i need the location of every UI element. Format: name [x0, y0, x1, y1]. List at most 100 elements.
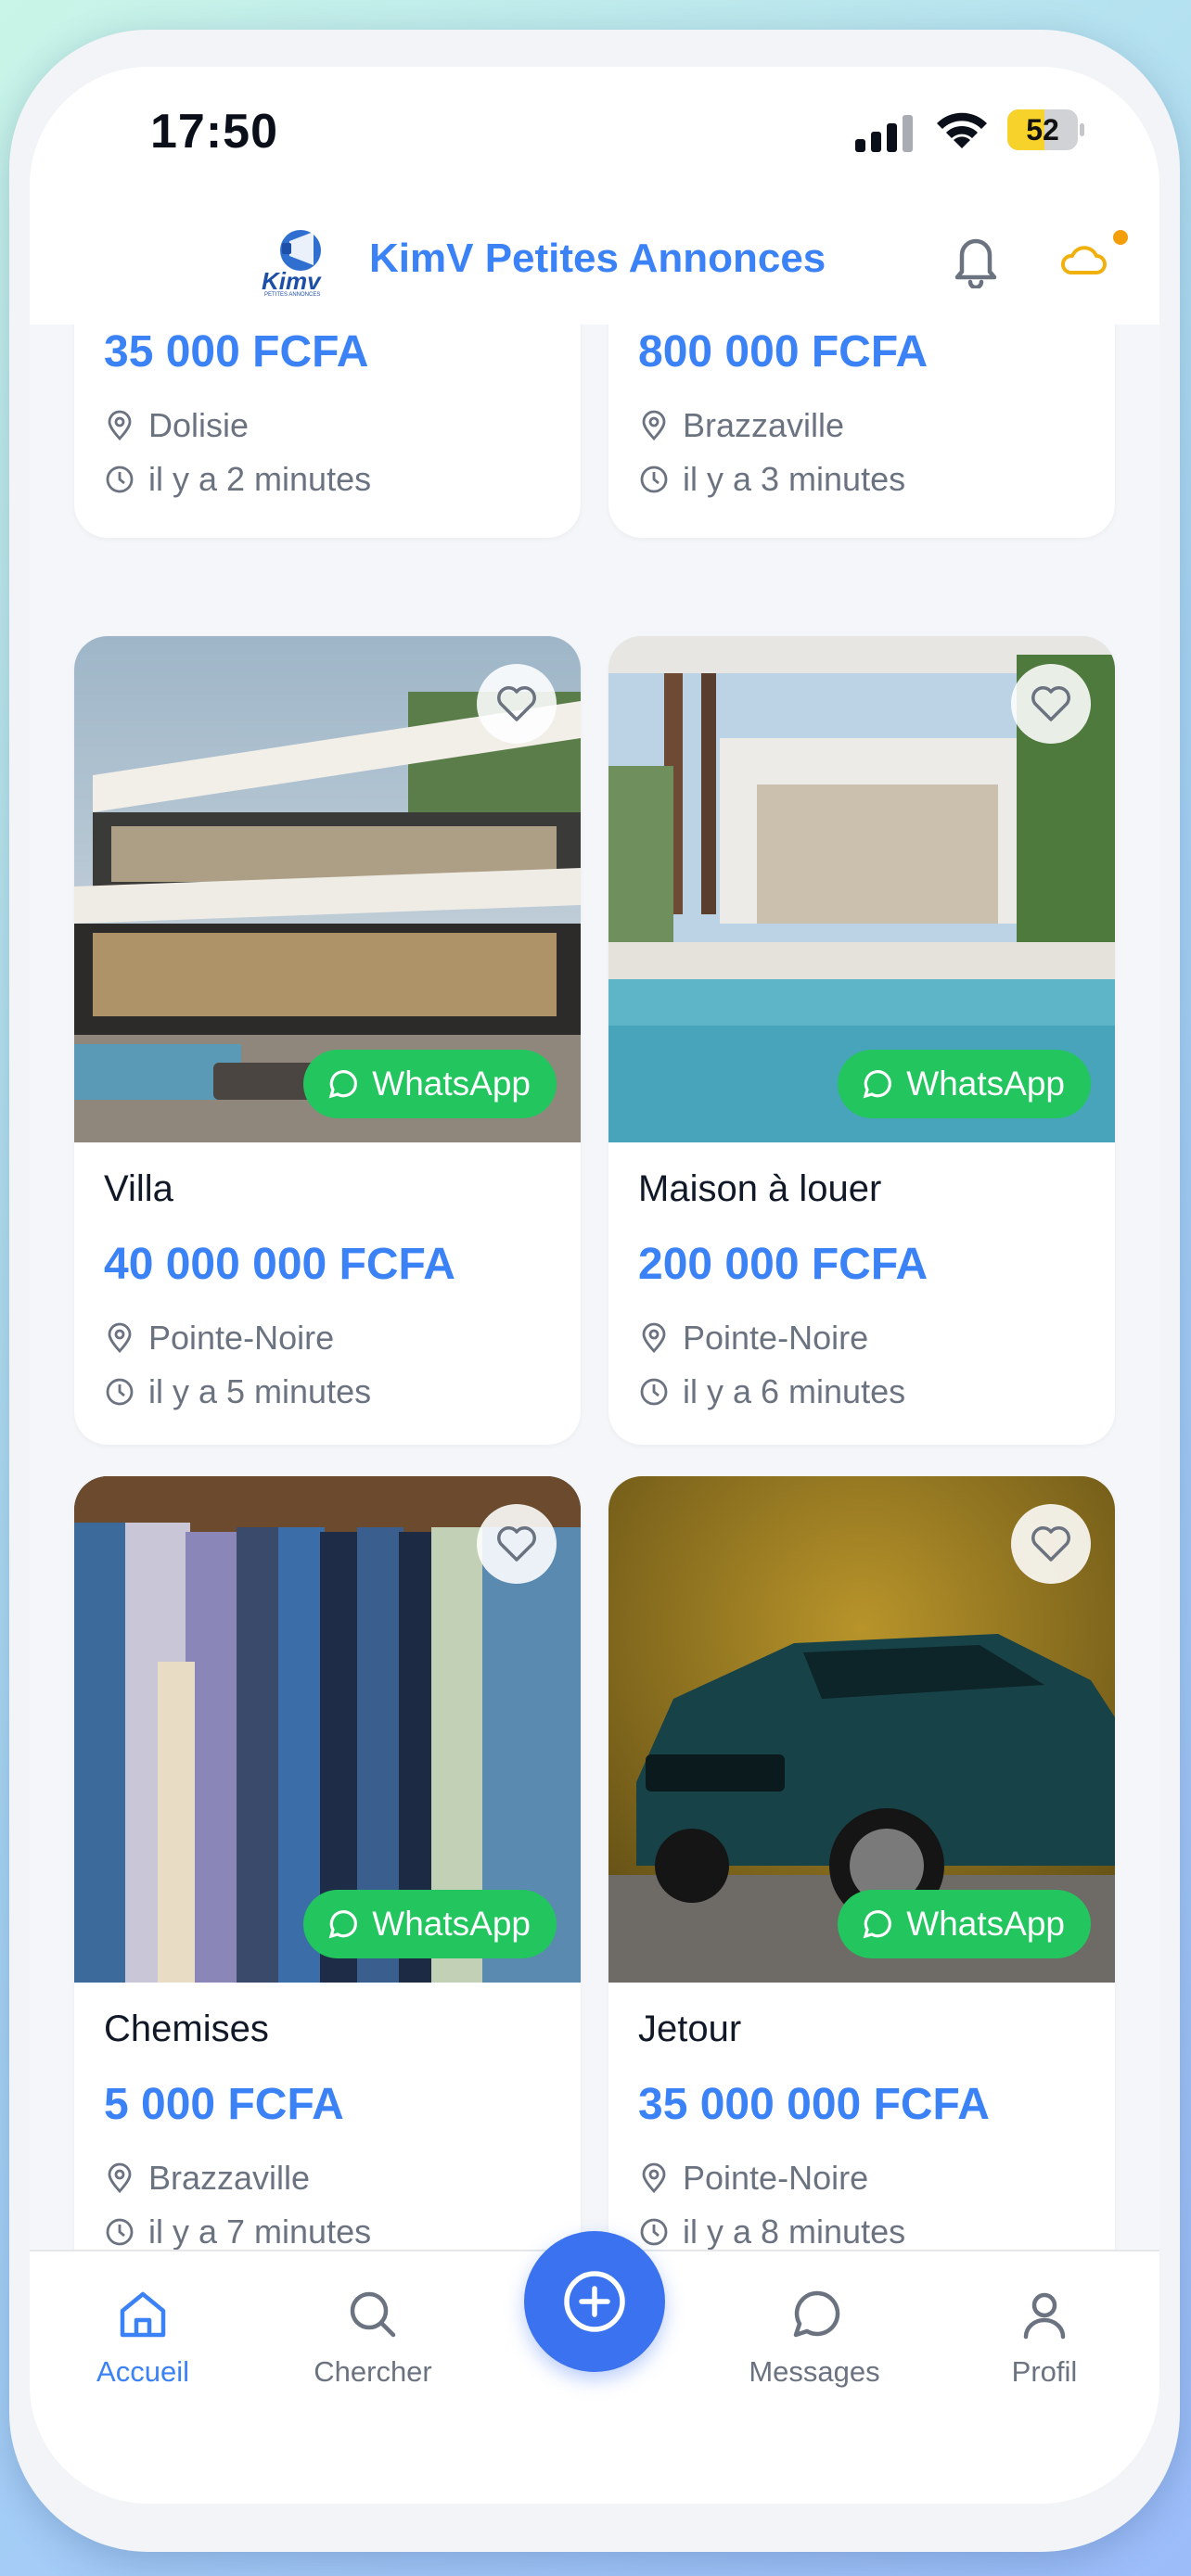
time-text: il y a 5 minutes — [148, 1372, 372, 1410]
whatsapp-label: WhatsApp — [372, 1905, 531, 1943]
location-text: Pointe-Noire — [683, 2159, 869, 2197]
nav-item-messages[interactable]: Messages — [722, 2287, 907, 2389]
whatsapp-icon — [863, 1070, 892, 1099]
listing-card[interactable]: 800 000 FCFA Brazzaville il y a 3 minute… — [608, 325, 1115, 538]
listing-price: 5 000 FCFA — [104, 2080, 344, 2129]
listing-time: il y a 7 minutes — [104, 2213, 371, 2251]
battery-body: 52 — [1007, 109, 1078, 150]
clock-icon — [640, 1378, 668, 1406]
listing-time: il y a 5 minutes — [104, 1372, 371, 1411]
location-pin-icon — [108, 2162, 132, 2194]
app-screen: 17:50 52 Kimv PETITES ANNONCES KimV Peti… — [30, 67, 1159, 2504]
home-icon — [120, 2291, 166, 2338]
listing-image[interactable]: WhatsApp — [74, 1476, 581, 1983]
listing-time: il y a 6 minutes — [638, 1372, 905, 1411]
battery-indicator: 52 — [1007, 109, 1084, 150]
time-text: il y a 7 minutes — [148, 2213, 372, 2251]
whatsapp-icon — [328, 1070, 358, 1099]
nav-label-search: Chercher — [314, 2355, 432, 2388]
cellular-signal-icon — [855, 115, 913, 152]
favorite-button[interactable] — [477, 664, 557, 744]
time-text: il y a 3 minutes — [683, 460, 906, 498]
listing-image[interactable]: WhatsApp — [608, 1476, 1115, 1983]
listing-image[interactable]: WhatsApp — [74, 636, 581, 1142]
status-bar: 17:50 52 — [30, 67, 1159, 197]
listing-location: Brazzaville — [638, 406, 844, 445]
whatsapp-button[interactable]: WhatsApp — [303, 1890, 557, 1958]
wifi-icon — [937, 112, 987, 148]
listing-time: il y a 8 minutes — [638, 2213, 905, 2251]
listing-card[interactable]: WhatsApp Maison à louer 200 000 FCFA Poi… — [608, 636, 1115, 1445]
app-title: KimV Petites Annonces — [369, 236, 826, 281]
listing-location: Pointe-Noire — [638, 1319, 868, 1358]
nav-item-home[interactable]: Accueil — [50, 2287, 236, 2389]
listings-feed[interactable]: 35 000 FCFA Dolisie il y a 2 minutes 800… — [30, 325, 1159, 2251]
whatsapp-label: WhatsApp — [906, 1905, 1065, 1943]
location-pin-icon — [642, 410, 666, 441]
nav-label-messages: Messages — [749, 2355, 880, 2388]
location-pin-icon — [108, 1322, 132, 1354]
heart-icon — [1031, 686, 1070, 721]
listing-title: Maison à louer — [638, 1168, 882, 1209]
listing-title: Jetour — [638, 2009, 742, 2049]
chat-icon — [793, 2290, 840, 2338]
location-pin-icon — [642, 1322, 666, 1354]
listing-price: 800 000 FCFA — [638, 327, 928, 376]
listing-price: 200 000 FCFA — [638, 1240, 928, 1289]
whatsapp-label: WhatsApp — [372, 1065, 531, 1103]
listing-location: Pointe-Noire — [638, 2159, 868, 2198]
time-text: il y a 6 minutes — [683, 1372, 906, 1410]
add-icon — [564, 2271, 625, 2332]
favorite-button[interactable] — [1011, 664, 1091, 744]
time-text: il y a 8 minutes — [683, 2213, 906, 2251]
location-pin-icon — [108, 410, 132, 441]
listing-price: 40 000 000 FCFA — [104, 1240, 455, 1289]
listing-image[interactable]: WhatsApp — [608, 636, 1115, 1142]
phone: 17:50 52 Kimv PETITES ANNONCES KimV Peti… — [0, 0, 1191, 2576]
location-text: Pointe-Noire — [683, 1319, 869, 1357]
time-text: il y a 2 minutes — [148, 460, 372, 498]
heart-icon — [497, 1526, 536, 1562]
logo-subtext: PETITES ANNONCES — [264, 292, 321, 298]
nav-item-profile[interactable]: Profil — [952, 2287, 1137, 2389]
clock-icon — [106, 465, 134, 493]
listing-location: Brazzaville — [104, 2159, 310, 2198]
location-text: Pointe-Noire — [148, 1319, 335, 1357]
battery-nub — [1080, 123, 1084, 136]
whatsapp-button[interactable]: WhatsApp — [838, 1050, 1091, 1118]
favorite-button[interactable] — [477, 1504, 557, 1584]
location-text: Dolisie — [148, 406, 250, 444]
whatsapp-button[interactable]: WhatsApp — [303, 1050, 557, 1118]
listing-location: Pointe-Noire — [104, 1319, 334, 1358]
location-text: Brazzaville — [683, 406, 845, 444]
listing-card[interactable]: 35 000 FCFA Dolisie il y a 2 minutes — [74, 325, 581, 538]
listing-title: Chemises — [104, 2009, 269, 2049]
listing-price: 35 000 000 FCFA — [638, 2080, 990, 2129]
listing-time: il y a 2 minutes — [104, 460, 371, 499]
heart-icon — [1031, 1526, 1070, 1562]
whatsapp-label: WhatsApp — [906, 1065, 1065, 1103]
listing-location: Dolisie — [104, 406, 249, 445]
bell-icon[interactable] — [948, 229, 1004, 288]
nav-item-search[interactable]: Chercher — [280, 2287, 466, 2389]
whatsapp-button[interactable]: WhatsApp — [838, 1890, 1091, 1958]
cloud-icon[interactable] — [1057, 241, 1108, 278]
location-pin-icon — [642, 2162, 666, 2194]
listing-title: Villa — [104, 1168, 173, 1209]
add-listing-button[interactable] — [524, 2231, 665, 2372]
listing-time: il y a 3 minutes — [638, 460, 905, 499]
search-icon — [350, 2291, 396, 2338]
listing-card[interactable]: WhatsApp Chemises 5 000 FCFA Brazzaville… — [74, 1476, 581, 2251]
whatsapp-icon — [863, 1910, 892, 1939]
clock-icon — [106, 1378, 134, 1406]
clock-icon — [640, 2218, 668, 2246]
listing-card[interactable]: WhatsApp Jetour 35 000 000 FCFA Pointe-N… — [608, 1476, 1115, 2251]
status-time: 17:50 — [150, 105, 278, 159]
bottom-navigation: Accueil Chercher Messages Profil — [30, 2231, 1159, 2504]
notification-dot — [1113, 230, 1128, 245]
favorite-button[interactable] — [1011, 1504, 1091, 1584]
clock-icon — [640, 465, 668, 493]
clock-icon — [106, 2218, 134, 2246]
location-text: Brazzaville — [148, 2159, 311, 2197]
listing-card[interactable]: WhatsApp Villa 40 000 000 FCFA Pointe-No… — [74, 636, 581, 1445]
